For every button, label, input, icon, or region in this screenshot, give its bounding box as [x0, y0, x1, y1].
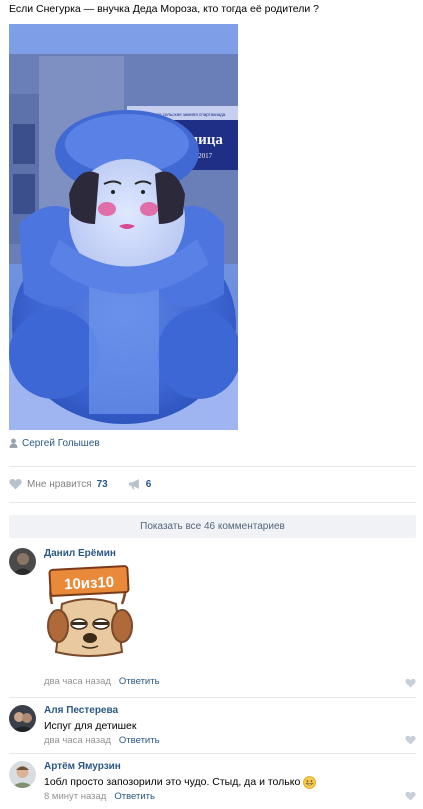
- like-button[interactable]: Мне нравится 73: [9, 478, 108, 490]
- like-label: Мне нравится: [27, 478, 92, 490]
- sticker-text: 10из10: [64, 574, 115, 594]
- grinning-face-emoji-icon: [303, 775, 317, 789]
- comment-meta: 8 минут назад Ответить: [44, 791, 416, 803]
- comment-author[interactable]: Артём Ямурзин: [44, 761, 416, 773]
- reply-button[interactable]: Ответить: [119, 676, 160, 688]
- avatar[interactable]: [9, 548, 36, 575]
- avatar[interactable]: [9, 705, 36, 732]
- comment-meta: два часа назад Ответить: [44, 735, 416, 747]
- comment-text: 1обл просто запозорили это чудо. Стыд, д…: [44, 776, 301, 788]
- heart-icon[interactable]: [405, 735, 416, 745]
- heart-icon[interactable]: [405, 678, 416, 688]
- comment-author[interactable]: Аля Пестерева: [44, 705, 416, 717]
- comment: Аля Пестерева Испуг для детишек два часа…: [9, 705, 416, 749]
- heart-icon[interactable]: [405, 791, 416, 801]
- comment-time[interactable]: два часа назад: [44, 735, 111, 747]
- divider: [9, 697, 416, 698]
- share-button[interactable]: 6: [128, 478, 152, 490]
- share-count: 6: [145, 478, 152, 490]
- sticker: 10из10: [44, 564, 134, 660]
- comment-time[interactable]: 8 минут назад: [44, 791, 106, 803]
- avatar[interactable]: [9, 761, 36, 788]
- post-text: Если Снегурка — внучка Деда Мороза, кто …: [9, 3, 320, 15]
- megaphone-icon: [128, 479, 139, 490]
- post-photo[interactable]: Областная сельская зимняя спартакиада те…: [9, 24, 238, 430]
- divider: [9, 753, 416, 754]
- reply-button[interactable]: Ответить: [119, 735, 160, 747]
- divider: [9, 466, 416, 467]
- comment: Артём Ямурзин 1обл просто запозорили это…: [9, 761, 416, 805]
- comment-author[interactable]: Данил Ерёмин: [44, 548, 416, 560]
- user-icon: [9, 438, 18, 448]
- post-actions: Мне нравится 73 6: [9, 476, 171, 492]
- comment-text: Испуг для детишек: [44, 720, 137, 732]
- comment-time[interactable]: два часа назад: [44, 676, 111, 688]
- comment-meta: два часа назад Ответить: [44, 676, 160, 688]
- like-count: 73: [96, 478, 108, 490]
- comment: Данил Ерёмин 10из10 два часа назад Ответ…: [9, 548, 416, 694]
- reply-button[interactable]: Ответить: [114, 791, 155, 803]
- post-author[interactable]: Сергей Голышев: [9, 436, 100, 450]
- show-all-comments-button[interactable]: Показать все 46 комментариев: [9, 515, 416, 538]
- snow-sculpture-image: Областная сельская зимняя спартакиада те…: [9, 24, 238, 430]
- heart-icon: [9, 479, 22, 490]
- author-name: Сергей Голышев: [22, 437, 100, 449]
- divider: [9, 502, 416, 503]
